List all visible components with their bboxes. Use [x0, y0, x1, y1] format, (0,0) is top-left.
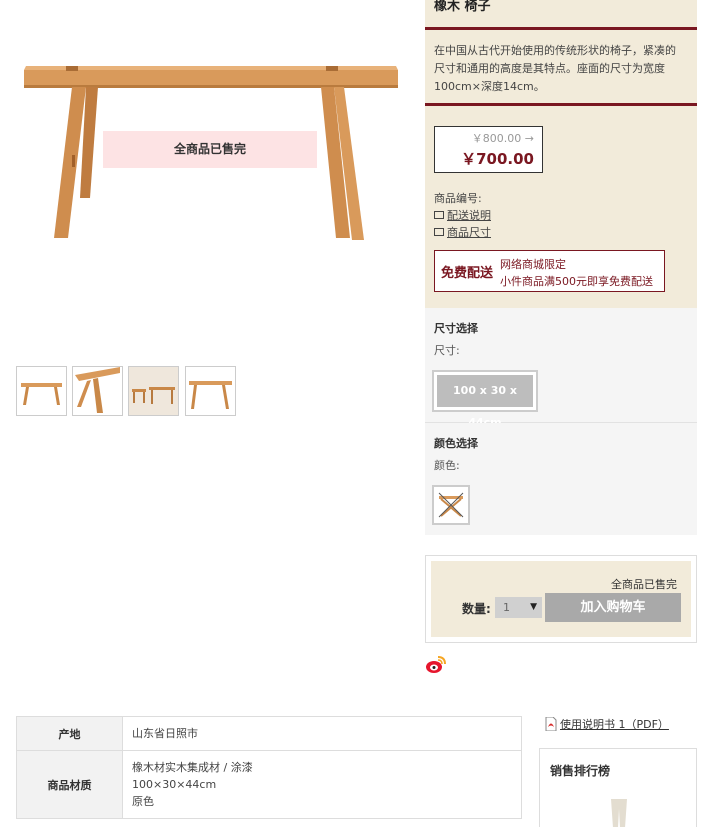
product-size-link[interactable]: 商品尺寸 — [434, 224, 491, 240]
free-shipping-box: 免费配送 网络商城限定 小件商品满500元即享免费配送 — [434, 250, 665, 292]
product-size-link-label: 商品尺寸 — [447, 226, 491, 239]
thumbnail-2[interactable] — [72, 366, 123, 416]
manual-pdf-link[interactable]: 使用说明书 1（PDF） — [545, 716, 669, 732]
table-row: 商品材质 橡木材实木集成材 / 涂漆 100×30×44cm 原色 — [16, 750, 522, 819]
pdf-icon — [545, 717, 557, 731]
color-selector-label: 颜色: — [434, 459, 460, 472]
spec-value-origin: 山东省日照市 — [122, 716, 522, 751]
spec-color-line: 原色 — [132, 795, 154, 808]
product-description: 在中国从古代开始使用的传统形状的椅子，紧凑的尺寸和通用的高度是其特点。座面的尺寸… — [434, 44, 676, 93]
size-option-label: 100 x 30 x 44cm — [437, 375, 533, 429]
color-swatch-image — [438, 492, 464, 518]
sold-out-note: 全商品已售完 — [611, 578, 677, 591]
color-swatch-natural[interactable] — [432, 485, 470, 525]
sales-ranking-box: 销售排行榜 — [539, 748, 697, 827]
current-price: ￥700.00 — [461, 150, 534, 168]
quantity-value: 1 — [503, 601, 510, 614]
product-number-label: 商品编号: — [434, 192, 482, 205]
manual-pdf-link-label: 使用说明书 1（PDF） — [560, 718, 669, 731]
thumbnail-3[interactable] — [128, 366, 179, 416]
shipping-info-link-label: 配送说明 — [447, 209, 491, 222]
size-selector-title: 尺寸选择 — [434, 322, 478, 335]
table-row: 产地 山东省日照市 — [16, 716, 522, 751]
old-price: ￥800.00 → — [471, 132, 534, 145]
spec-label-material: 商品材质 — [16, 750, 123, 819]
quantity-label: 数量: — [462, 602, 491, 616]
free-shipping-badge: 免费配送 — [441, 266, 494, 281]
shipping-note-line2: 小件商品满500元即享免费配送 — [500, 275, 653, 288]
sold-out-banner: 全商品已售完 — [103, 131, 317, 168]
spec-label-origin: 产地 — [16, 716, 123, 751]
size-selector-label: 尺寸: — [434, 344, 460, 357]
product-title: 橡木 椅子 — [434, 0, 491, 14]
size-option[interactable]: 100 x 30 x 44cm — [432, 370, 538, 429]
divider — [425, 103, 697, 106]
weibo-icon[interactable] — [425, 654, 447, 676]
chevron-down-icon: ▼ — [530, 602, 537, 612]
ranking-item-thumbnail[interactable] — [608, 799, 630, 827]
doc-icon — [434, 211, 444, 219]
thumbnail-image — [129, 367, 178, 415]
add-to-cart-button[interactable]: 加入购物车 — [545, 593, 681, 622]
quantity-select[interactable]: 1 ▼ — [495, 597, 542, 618]
shipping-note-line1: 网络商城限定 — [500, 258, 566, 271]
sales-ranking-title: 销售排行榜 — [550, 764, 611, 778]
spec-size-line: 100×30×44cm — [132, 778, 217, 791]
thumbnail-1[interactable] — [16, 366, 67, 416]
divider — [425, 27, 697, 30]
shipping-info-link[interactable]: 配送说明 — [434, 207, 491, 223]
color-selector-title: 颜色选择 — [434, 437, 478, 450]
doc-icon — [434, 228, 444, 236]
spec-table: 产地 山东省日照市 商品材质 橡木材实木集成材 / 涂漆 100×30×44cm… — [16, 716, 522, 819]
spec-value-material: 橡木材实木集成材 / 涂漆 100×30×44cm 原色 — [122, 750, 522, 819]
thumbnail-image — [189, 381, 232, 409]
spec-material-line: 橡木材实木集成材 / 涂漆 — [132, 761, 253, 774]
thumbnail-image — [75, 367, 120, 413]
thumbnail-image — [21, 383, 62, 405]
thumbnail-4[interactable] — [185, 366, 236, 416]
price-box: ￥800.00 → ￥700.00 — [434, 126, 543, 173]
